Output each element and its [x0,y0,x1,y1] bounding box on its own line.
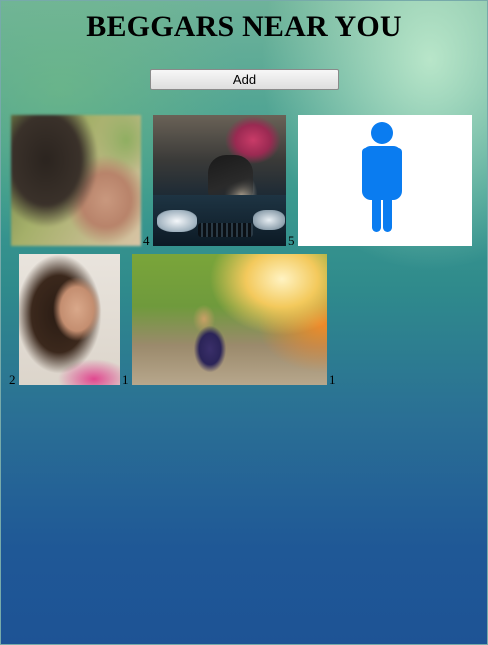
add-button[interactable]: Add [150,69,339,90]
beggar-photo-1[interactable] [11,115,141,246]
beggar-count-left-4: 2 [9,372,16,387]
photo-detail [253,210,285,230]
person-placeholder-icon [362,122,402,232]
beggar-photo-4[interactable] [19,254,120,385]
beggar-photo-5[interactable] [132,254,327,385]
photo-detail [198,223,253,237]
page-title: BEGGARS NEAR YOU [86,10,402,43]
beggar-count-4: 1 [122,372,129,387]
beggar-photo-2[interactable] [153,115,286,246]
beggar-count-5: 1 [329,372,336,387]
beggar-count-1: 4 [143,233,150,248]
photo-detail [157,210,197,232]
beggar-count-2: 5 [288,233,295,248]
beggar-photo-3[interactable] [298,115,472,246]
photo-detail [208,155,253,200]
